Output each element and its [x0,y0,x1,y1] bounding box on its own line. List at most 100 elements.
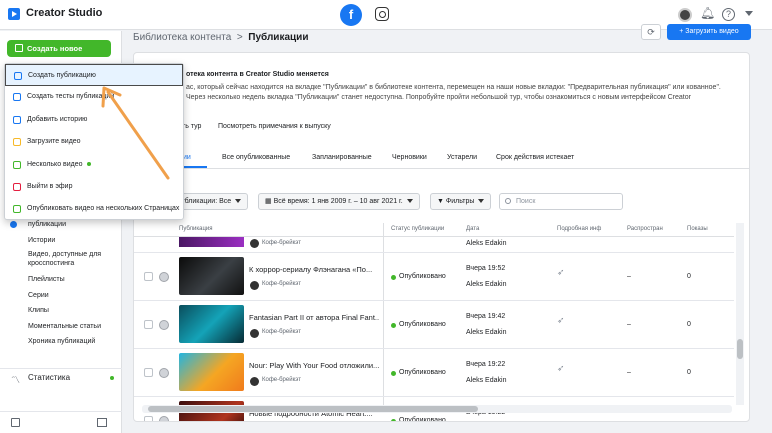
menu-item-go-live[interactable]: Выйти в эфир [5,176,183,198]
col-impressions[interactable]: Показы [687,226,708,232]
refresh-button[interactable]: ⟳ [641,24,661,40]
table-row[interactable]: Nour: Play With Your Food отложили... Коф… [134,349,734,397]
table-row[interactable]: К хоррор-сериалу Флэнагана «По... Кофе-бр… [134,253,734,301]
distribution-value: – [627,273,631,280]
trend-line-icon: 〽 [11,375,21,385]
post-title[interactable]: Fantasian Part II от автора Final Fant..… [249,313,379,322]
table-row[interactable]: Кофе-брейкэт Aleks Edakin [134,237,734,253]
filters-button[interactable]: ▼ Фильтры [430,193,492,210]
horizontal-scrollbar[interactable] [142,405,732,413]
menu-item-label: Создать публикацию [28,72,96,79]
post-type-filter-label: убликации: Все [181,198,232,205]
status-label: Опубликовано [399,273,446,280]
menu-item-label: Создать тесты публикаций [27,93,115,101]
author-name: Aleks Edakin [466,329,507,336]
boost-rocket-icon[interactable]: ➶ [557,363,565,374]
tab-expiring[interactable]: Срок действия истекает [496,154,574,161]
release-notes-link[interactable]: Посмотреть примечания к выпуску [218,123,331,130]
calendar-icon: ▦ [265,198,274,205]
sidebar-item-series[interactable]: Серии [0,288,122,304]
horizontal-scrollbar-thumb[interactable] [148,406,478,412]
menu-item-upload-video[interactable]: Загрузите видео [5,131,183,153]
author-name: Aleks Edakin [466,377,507,384]
globe-icon [159,368,169,378]
date-range-filter[interactable]: ▦ Всё время: 1 янв 2009 г. – 10 авг 2021… [258,193,420,210]
tab-drafts[interactable]: Черновики [392,154,427,161]
col-publication[interactable]: Публикация [179,226,213,232]
sidebar-item-posts-timeline[interactable]: Хроника публикаций [0,334,122,350]
table-row[interactable]: Fantasian Part II от автора Final Fant..… [134,301,734,349]
status-label: Опубликовано [399,417,446,422]
post-date: Вчера 19:52 [466,265,506,272]
row-checkbox[interactable] [144,320,153,329]
breadcrumb-parent[interactable]: Библиотека контента [133,32,231,43]
take-tour-link[interactable]: ть тур [182,123,201,130]
col-date[interactable]: Дата [466,226,479,232]
boost-rocket-icon[interactable]: ➶ [557,267,565,278]
profile-avatar[interactable] [678,8,692,22]
distribution-value: – [627,321,631,328]
app-title: Creator Studio [26,7,103,19]
refresh-icon: ⟳ [647,27,655,37]
collapse-sidebar-icon[interactable] [11,418,20,427]
page-name: Кофе-брейкэт [262,240,301,246]
post-title[interactable]: Nour: Play With Your Food отложили... [249,361,379,370]
tab-all-published[interactable]: Все опубликованные [222,154,290,161]
vertical-scrollbar[interactable] [736,223,744,405]
menu-item-label: Несколько видео [27,160,83,168]
sidebar-item-statistics[interactable]: 〽 Статистика [0,368,122,386]
sidebar-item-crosspost-videos[interactable]: Видео, доступные для кросспостинга [0,248,122,272]
status-label: Опубликовано [399,321,446,328]
menu-item-add-story[interactable]: Добавить историю [5,109,183,131]
col-distribution[interactable]: Распростран [627,226,663,232]
menu-item-publish-multiple-pages[interactable]: Опубликовать видео на нескольких Страниц… [5,198,183,220]
status-dot-icon [391,275,396,280]
upload-video-button[interactable]: + Загрузить видео [667,24,751,40]
menu-item-multiple-videos[interactable]: Несколько видео [5,154,183,176]
video-thumbnail[interactable] [179,305,244,343]
row-checkbox[interactable] [144,368,153,377]
menu-item-create-post-tests[interactable]: Создать тесты публикаций [5,86,183,108]
sidebar-item-playlists[interactable]: Плейлисты [0,272,122,288]
account-menu-caret-icon[interactable] [745,11,753,16]
statistics-label: Статистика [28,373,71,382]
sidebar-item-clips[interactable]: Клипы [0,303,122,319]
status-dot-icon [391,371,396,376]
search-input[interactable]: Поиск [499,193,623,210]
keyboard-shortcuts-icon[interactable] [97,418,107,427]
post-type-filter[interactable]: убликации: Все [174,193,249,210]
menu-item-icon [13,115,21,124]
tab-scheduled[interactable]: Запланированные [312,154,372,161]
sidebar-item-stories[interactable]: Истории [0,233,122,249]
notice-title: отека контента в Creator Studio меняется [186,71,329,78]
notifications-bell-icon[interactable]: 🔔︎ [700,6,715,20]
new-indicator-dot [86,161,91,166]
post-date: Вчера 19:22 [466,361,506,368]
video-thumbnail[interactable] [179,353,244,391]
instagram-tab-icon[interactable] [375,7,389,21]
create-new-button[interactable]: Создать новое [7,40,111,57]
impressions-value: 0 [687,321,691,328]
breadcrumb-separator: > [236,32,243,43]
vertical-scrollbar-thumb[interactable] [737,339,743,359]
status-dot-icon [391,419,396,421]
sidebar-footer [0,411,122,433]
page-name: Кофе-брейкэт [262,281,301,287]
video-thumbnail[interactable] [179,257,244,295]
sidebar-item-instant-articles[interactable]: Моментальные статьи [0,319,122,335]
post-title[interactable]: К хоррор-сериалу Флэнагана «По... [249,265,379,274]
help-icon[interactable]: ? [722,8,735,21]
row-checkbox[interactable] [144,416,153,421]
facebook-tab-icon[interactable]: f [340,4,362,26]
menu-item-label: Выйти в эфир [27,182,73,190]
creator-studio-logo-icon[interactable] [8,8,20,20]
col-details[interactable]: Подробная инф [557,226,601,232]
active-section-dot-icon [10,221,17,228]
distribution-value: – [627,369,631,376]
menu-item-create-post[interactable]: Создать публикацию [5,64,183,87]
tab-expired[interactable]: Устарели [447,154,477,161]
row-checkbox[interactable] [144,272,153,281]
chevron-down-icon [235,199,242,204]
boost-rocket-icon[interactable]: ➶ [557,315,565,326]
col-status[interactable]: Статус публикации [391,226,444,232]
